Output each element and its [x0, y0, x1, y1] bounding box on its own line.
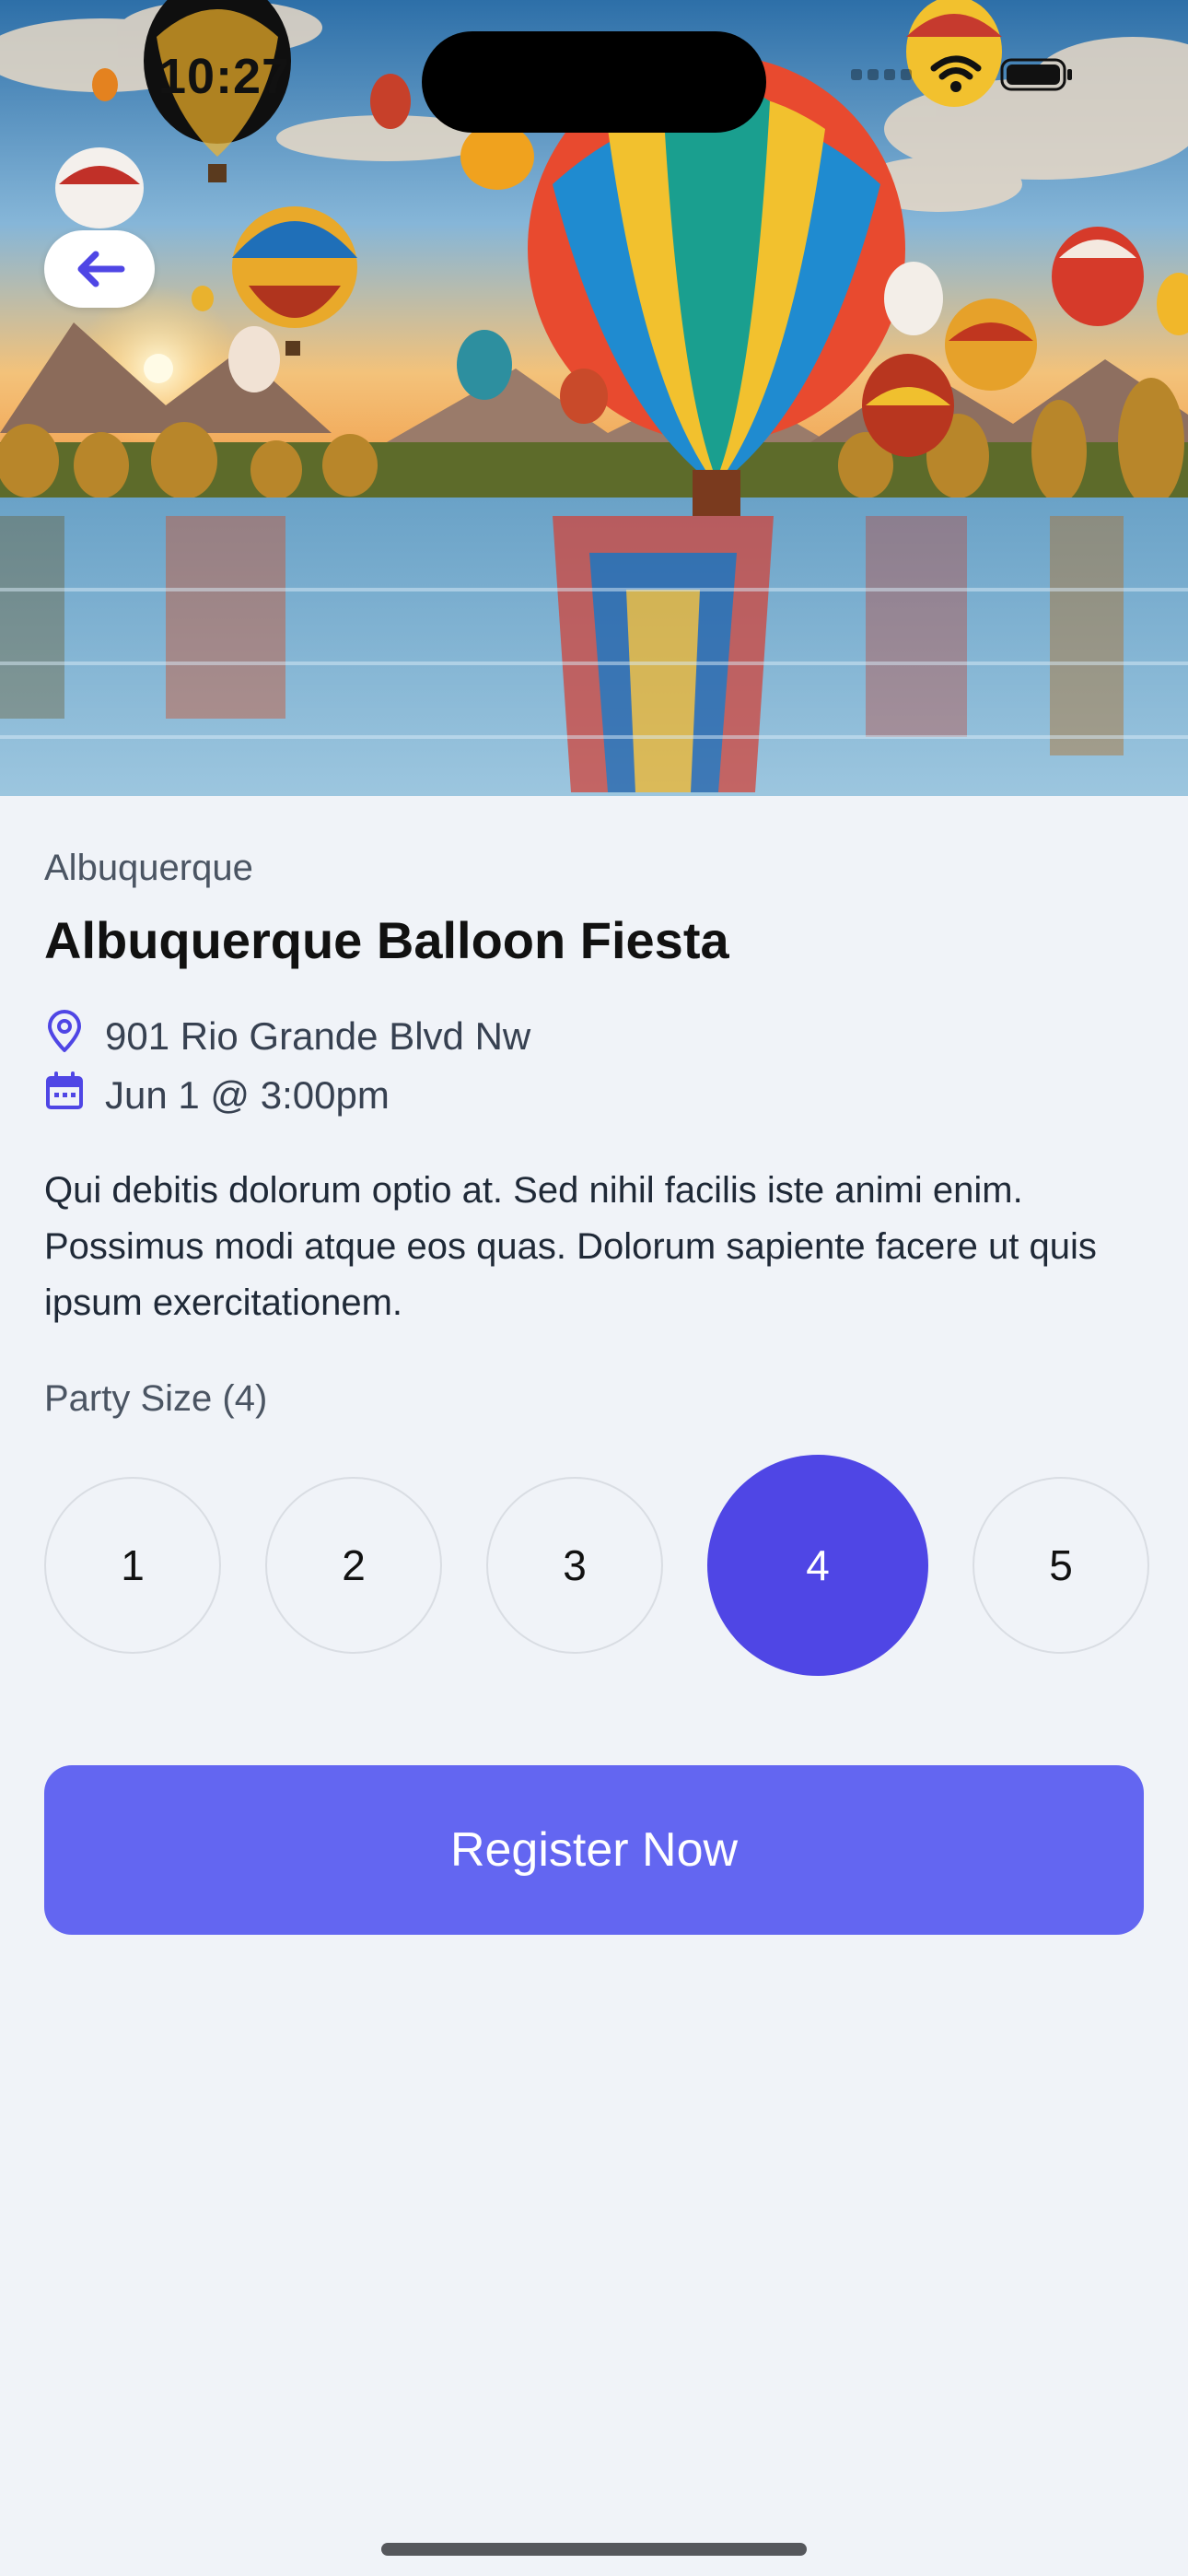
party-size-option-1[interactable]: 1	[44, 1477, 221, 1654]
status-time: 10:27	[158, 49, 291, 104]
event-city: Albuquerque	[44, 848, 253, 888]
calendar-icon	[44, 1071, 85, 1120]
dynamic-island	[422, 31, 766, 133]
status-icons	[851, 55, 1074, 94]
event-address-row: 901 Rio Grande Blvd Nw	[44, 1010, 530, 1063]
cellular-signal-icon	[851, 69, 912, 80]
party-size-option-2[interactable]: 2	[265, 1477, 442, 1654]
party-size-option-5[interactable]: 5	[973, 1477, 1149, 1654]
home-indicator[interactable]	[381, 2543, 807, 2556]
register-now-button[interactable]: Register Now	[44, 1765, 1144, 1935]
event-description: Qui debitis dolorum optio at. Sed nihil …	[44, 1170, 1097, 1323]
wifi-icon	[930, 55, 982, 94]
party-size-label: Party Size (4)	[44, 1378, 268, 1419]
event-date: Jun 1 @ 3:00pm	[105, 1073, 390, 1117]
party-size-option-4[interactable]: 4	[707, 1455, 928, 1676]
map-pin-icon	[44, 1010, 85, 1063]
hero-image: 10:27	[0, 0, 1188, 796]
party-size-option-3[interactable]: 3	[486, 1477, 663, 1654]
arrow-left-icon	[74, 249, 125, 289]
event-date-row: Jun 1 @ 3:00pm	[44, 1071, 390, 1120]
event-address: 901 Rio Grande Blvd Nw	[105, 1014, 531, 1058]
battery-icon	[1000, 56, 1074, 93]
back-button[interactable]	[44, 230, 155, 308]
event-title: Albuquerque Balloon Fiesta	[44, 911, 729, 969]
